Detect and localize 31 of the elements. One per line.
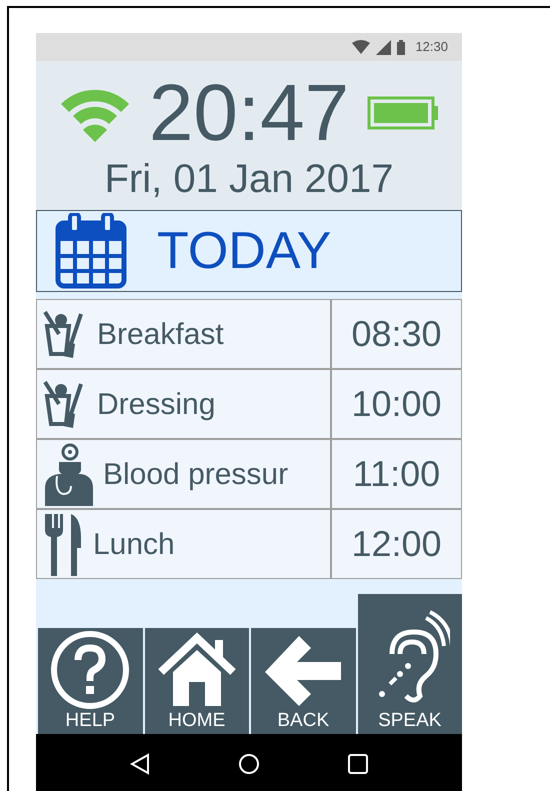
help-icon [50, 630, 130, 710]
speak-button[interactable]: SPEAK [356, 594, 462, 734]
wifi-icon [352, 40, 370, 54]
activity-cell[interactable]: Breakfast [36, 299, 331, 369]
time-cell: 12:00 [331, 509, 462, 579]
help-button[interactable]: HELP [36, 628, 142, 734]
signal-icon [376, 40, 392, 54]
battery-icon [397, 40, 406, 54]
activity-name: Dressing [97, 386, 216, 422]
time-cell: 10:00 [331, 369, 462, 439]
time-cell: 08:30 [331, 299, 462, 369]
doctor-icon [43, 442, 93, 506]
calendar-icon [55, 213, 127, 289]
back-icon[interactable] [130, 752, 150, 774]
activity-cell[interactable]: Dressing [36, 369, 331, 439]
activity-cell[interactable]: Blood pressur [36, 439, 331, 509]
back-button[interactable]: BACK [249, 628, 356, 734]
date: Fri, 01 Jan 2017 [104, 157, 394, 201]
time-cell: 11:00 [331, 439, 462, 509]
clock: 20:47 [148, 71, 350, 155]
activity-name: Blood pressur [103, 456, 288, 492]
activity-name: Breakfast [97, 316, 224, 352]
home-button[interactable]: HOME [142, 628, 249, 734]
fork-knife-icon [43, 512, 83, 576]
activity-name: Lunch [93, 526, 175, 562]
battery-icon [367, 96, 440, 130]
status-time: 12:30 [415, 38, 448, 56]
recent-apps-icon[interactable] [348, 754, 368, 774]
today-title: TODAY [157, 221, 332, 282]
home-circle-icon[interactable] [238, 752, 260, 774]
activity-cell[interactable]: Lunch [36, 509, 331, 579]
